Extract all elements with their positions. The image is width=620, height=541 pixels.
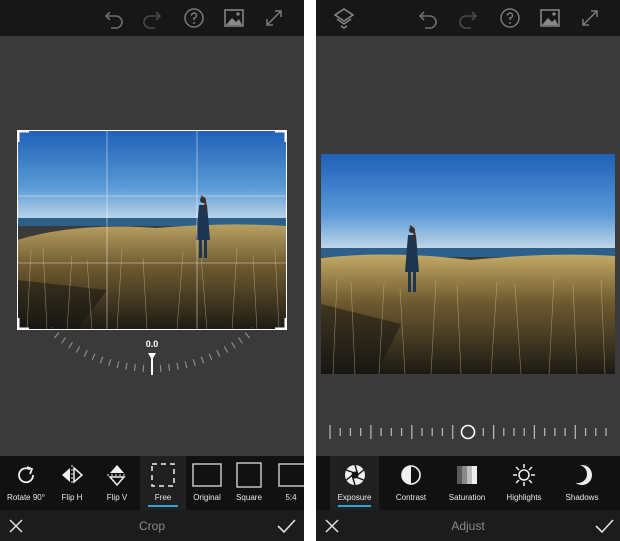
adjust-photo <box>321 154 615 374</box>
tool-label: Square <box>236 493 262 502</box>
tool-label: Contrast <box>395 493 427 502</box>
highlights-icon <box>511 462 537 488</box>
crop-photo[interactable] <box>17 130 287 330</box>
dial-tick <box>54 332 60 339</box>
saturation-icon <box>454 462 480 488</box>
dial-tick <box>168 364 171 372</box>
fullscreen-icon[interactable] <box>578 6 602 30</box>
saturation-button[interactable]: Saturation <box>442 456 492 510</box>
screen-title: Adjust <box>451 519 485 533</box>
selected-indicator <box>338 505 371 507</box>
original-ratio-button[interactable]: Original <box>186 456 228 510</box>
adjust-toolbar: Exposure Contrast Saturation Highlights <box>316 456 620 510</box>
tool-label: Free <box>154 493 172 502</box>
tool-label: Original <box>193 493 221 502</box>
crop-toolbar: Rotate 90° Flip H Flip V Free Original S… <box>0 456 304 510</box>
straighten-value: 0.0 <box>145 339 159 349</box>
flip-h-button[interactable]: Flip H <box>50 456 94 510</box>
crop-bottom-bar: Crop <box>0 510 304 541</box>
top-toolbar <box>316 0 620 36</box>
exposure-icon <box>342 462 368 488</box>
fullscreen-icon[interactable] <box>262 6 286 30</box>
ratio-5-4-button[interactable]: 5:4 <box>270 456 304 510</box>
dial-tick <box>244 332 250 339</box>
flip-vertical-icon <box>104 462 130 488</box>
square-ratio-icon <box>236 462 262 488</box>
rotate-90-button[interactable]: Rotate 90° <box>2 456 50 510</box>
exposure-button[interactable]: Exposure <box>330 456 379 510</box>
tool-label: Rotate 90° <box>7 493 45 502</box>
shadows-button[interactable]: Shadows <box>556 456 608 510</box>
dial-tick <box>192 359 196 367</box>
check-icon[interactable] <box>276 516 296 536</box>
selected-indicator <box>148 505 178 507</box>
dial-tick <box>200 356 205 364</box>
dial-tick <box>125 362 128 370</box>
contrast-button[interactable]: Contrast <box>386 456 436 510</box>
shadows-icon <box>569 462 595 488</box>
redo-icon[interactable] <box>140 6 164 30</box>
dial-tick <box>116 361 120 369</box>
dial-tick <box>238 337 243 344</box>
tool-label: Flip V <box>106 493 128 502</box>
dial-tick <box>91 353 96 361</box>
slider-knob <box>460 424 476 440</box>
dial-tick <box>108 359 112 367</box>
dial-tick <box>230 341 236 349</box>
free-crop-icon <box>150 462 176 488</box>
help-icon[interactable] <box>498 6 522 30</box>
exposure-slider[interactable] <box>326 420 610 444</box>
undo-icon[interactable] <box>102 6 126 30</box>
square-ratio-button[interactable]: Square <box>228 456 270 510</box>
help-icon[interactable] <box>182 6 206 30</box>
dial-tick <box>61 337 66 344</box>
redo-icon[interactable] <box>456 6 480 30</box>
layers-icon[interactable] <box>332 6 356 30</box>
compare-image-icon[interactable] <box>538 6 562 30</box>
dial-tick <box>223 346 229 353</box>
adjust-bottom-bar: Adjust <box>316 510 620 541</box>
rotate-icon <box>13 462 39 488</box>
tool-label: Saturation <box>448 493 486 502</box>
tool-label: Flip H <box>61 493 83 502</box>
tool-label: Shadows <box>565 493 599 502</box>
flip-v-button[interactable]: Flip V <box>94 456 140 510</box>
dial-tick <box>99 356 104 364</box>
tool-label: Highlights <box>506 493 542 502</box>
check-icon[interactable] <box>594 516 614 536</box>
dial-tick <box>68 341 74 349</box>
tool-label: 5:4 <box>285 493 297 502</box>
dial-tick <box>83 350 88 357</box>
flip-horizontal-icon <box>59 462 85 488</box>
free-crop-button[interactable]: Free <box>140 456 186 510</box>
dial-tick <box>75 346 81 353</box>
dial-tick <box>133 364 136 372</box>
dial-tick <box>176 362 179 370</box>
crop-screen: 0.0 Rotate 90° Flip H Flip V Free Origin… <box>0 0 304 541</box>
tool-label: Exposure <box>337 493 372 502</box>
compare-image-icon[interactable] <box>222 6 246 30</box>
dial-tick <box>216 350 221 357</box>
original-ratio-icon <box>192 462 222 488</box>
ratio-5-4-icon <box>278 462 304 488</box>
straighten-dial[interactable] <box>52 325 252 380</box>
screen-title: Crop <box>138 519 165 533</box>
dial-tick <box>208 353 213 361</box>
highlights-button[interactable]: Highlights <box>498 456 550 510</box>
undo-icon[interactable] <box>416 6 440 30</box>
contrast-icon <box>398 462 424 488</box>
dial-tick <box>184 361 188 369</box>
top-toolbar <box>0 0 304 36</box>
adjust-screen: Exposure Contrast Saturation Highlights <box>316 0 620 541</box>
